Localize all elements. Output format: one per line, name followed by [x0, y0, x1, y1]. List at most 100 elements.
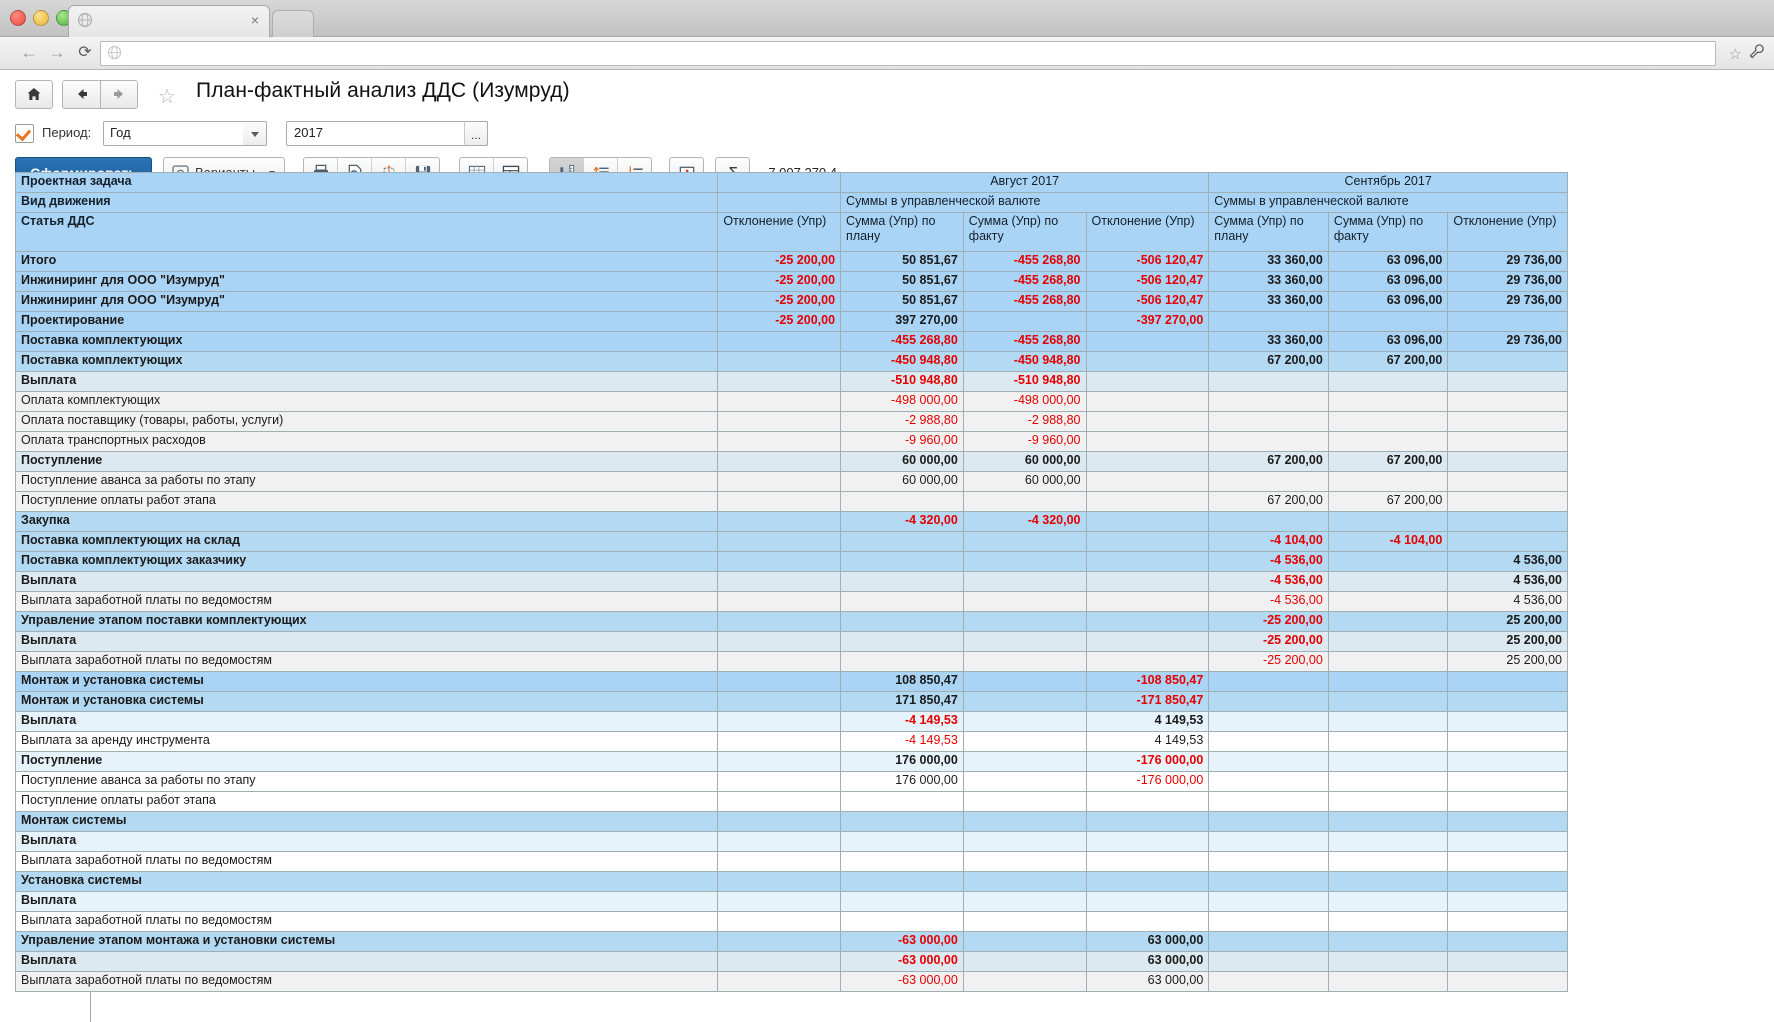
cell-r9-c1[interactable]: -9 960,00: [841, 432, 964, 452]
cell-r28-c0[interactable]: [718, 812, 841, 832]
cell-r21-c1[interactable]: 108 850,47: [841, 672, 964, 692]
cell-r29-c6[interactable]: [1448, 832, 1568, 852]
browser-tab[interactable]: ×: [68, 5, 270, 37]
cell-r32-c5[interactable]: [1328, 892, 1448, 912]
cell-r10-c0[interactable]: [718, 452, 841, 472]
cell-r28-c6[interactable]: [1448, 812, 1568, 832]
table-row[interactable]: Поставка комплектующих-450 948,80-450 94…: [16, 352, 1568, 372]
cell-r13-c6[interactable]: [1448, 512, 1568, 532]
cell-r1-c6[interactable]: 29 736,00: [1448, 272, 1568, 292]
row-label[interactable]: Установка системы: [16, 872, 718, 892]
cell-r3-c5[interactable]: [1328, 312, 1448, 332]
cell-r6-c1[interactable]: -510 948,80: [841, 372, 964, 392]
cell-r30-c1[interactable]: [841, 852, 964, 872]
table-row[interactable]: Поступление оплаты работ этапа: [16, 792, 1568, 812]
cell-r27-c2[interactable]: [963, 792, 1086, 812]
cell-r31-c5[interactable]: [1328, 872, 1448, 892]
cell-r17-c3[interactable]: [1086, 592, 1209, 612]
bookmark-star-icon[interactable]: ☆: [1729, 45, 1742, 63]
cell-r0-c5[interactable]: 63 096,00: [1328, 252, 1448, 272]
period-checkbox[interactable]: [15, 124, 34, 143]
cell-r18-c5[interactable]: [1328, 612, 1448, 632]
cell-r22-c3[interactable]: -171 850,47: [1086, 692, 1209, 712]
table-row[interactable]: Монтаж системы: [16, 812, 1568, 832]
cell-r14-c1[interactable]: [841, 532, 964, 552]
cell-r9-c3[interactable]: [1086, 432, 1209, 452]
cell-r28-c3[interactable]: [1086, 812, 1209, 832]
cell-r21-c2[interactable]: [963, 672, 1086, 692]
cell-r18-c3[interactable]: [1086, 612, 1209, 632]
cell-r10-c2[interactable]: 60 000,00: [963, 452, 1086, 472]
new-tab-button[interactable]: [272, 10, 314, 37]
cell-r23-c4[interactable]: [1209, 712, 1329, 732]
table-row[interactable]: Выплата заработной платы по ведомостям: [16, 912, 1568, 932]
cell-r15-c0[interactable]: [718, 552, 841, 572]
cell-r9-c5[interactable]: [1328, 432, 1448, 452]
cell-r12-c6[interactable]: [1448, 492, 1568, 512]
cell-r22-c5[interactable]: [1328, 692, 1448, 712]
cell-r35-c4[interactable]: [1209, 952, 1329, 972]
cell-r35-c6[interactable]: [1448, 952, 1568, 972]
cell-r8-c2[interactable]: -2 988,80: [963, 412, 1086, 432]
cell-r7-c0[interactable]: [718, 392, 841, 412]
row-label[interactable]: Выплата: [16, 952, 718, 972]
cell-r8-c4[interactable]: [1209, 412, 1329, 432]
cell-r25-c1[interactable]: 176 000,00: [841, 752, 964, 772]
cell-r2-c0[interactable]: -25 200,00: [718, 292, 841, 312]
row-label[interactable]: Итого: [16, 252, 718, 272]
cell-r27-c4[interactable]: [1209, 792, 1329, 812]
cell-r10-c5[interactable]: 67 200,00: [1328, 452, 1448, 472]
cell-r0-c0[interactable]: -25 200,00: [718, 252, 841, 272]
cell-r15-c5[interactable]: [1328, 552, 1448, 572]
cell-r30-c6[interactable]: [1448, 852, 1568, 872]
cell-r30-c0[interactable]: [718, 852, 841, 872]
cell-r7-c5[interactable]: [1328, 392, 1448, 412]
cell-r18-c2[interactable]: [963, 612, 1086, 632]
cell-r0-c3[interactable]: -506 120,47: [1086, 252, 1209, 272]
cell-r35-c2[interactable]: [963, 952, 1086, 972]
cell-r36-c3[interactable]: 63 000,00: [1086, 972, 1209, 992]
cell-r27-c6[interactable]: [1448, 792, 1568, 812]
row-label[interactable]: Закупка: [16, 512, 718, 532]
cell-r24-c6[interactable]: [1448, 732, 1568, 752]
cell-r27-c3[interactable]: [1086, 792, 1209, 812]
cell-r22-c4[interactable]: [1209, 692, 1329, 712]
row-label[interactable]: Выплата: [16, 372, 718, 392]
cell-r32-c6[interactable]: [1448, 892, 1568, 912]
table-row[interactable]: Выплата заработной платы по ведомостям-2…: [16, 652, 1568, 672]
cell-r13-c1[interactable]: -4 320,00: [841, 512, 964, 532]
cell-r31-c0[interactable]: [718, 872, 841, 892]
cell-r15-c3[interactable]: [1086, 552, 1209, 572]
cell-r19-c3[interactable]: [1086, 632, 1209, 652]
cell-r30-c3[interactable]: [1086, 852, 1209, 872]
cell-r12-c2[interactable]: [963, 492, 1086, 512]
cell-r31-c3[interactable]: [1086, 872, 1209, 892]
cell-r0-c4[interactable]: 33 360,00: [1209, 252, 1329, 272]
row-label[interactable]: Поступление оплаты работ этапа: [16, 792, 718, 812]
table-row[interactable]: Управление этапом монтажа и установки си…: [16, 932, 1568, 952]
table-row[interactable]: Выплата: [16, 892, 1568, 912]
close-window-icon[interactable]: [10, 10, 26, 26]
table-row[interactable]: Инжиниринг для ООО "Изумруд"-25 200,0050…: [16, 292, 1568, 312]
cell-r25-c5[interactable]: [1328, 752, 1448, 772]
row-label[interactable]: Поставка комплектующих заказчику: [16, 552, 718, 572]
row-label[interactable]: Монтаж и установка системы: [16, 692, 718, 712]
cell-r19-c2[interactable]: [963, 632, 1086, 652]
address-bar[interactable]: [100, 41, 1716, 66]
cell-r19-c1[interactable]: [841, 632, 964, 652]
cell-r2-c5[interactable]: 63 096,00: [1328, 292, 1448, 312]
cell-r21-c6[interactable]: [1448, 672, 1568, 692]
table-row[interactable]: Поступление60 000,0060 000,0067 200,0067…: [16, 452, 1568, 472]
row-label[interactable]: Монтаж и установка системы: [16, 672, 718, 692]
cell-r36-c4[interactable]: [1209, 972, 1329, 992]
cell-r7-c1[interactable]: -498 000,00: [841, 392, 964, 412]
table-row[interactable]: Выплата заработной платы по ведомостям-4…: [16, 592, 1568, 612]
cell-r23-c6[interactable]: [1448, 712, 1568, 732]
table-row[interactable]: Выплата заработной платы по ведомостям-6…: [16, 972, 1568, 992]
cell-r12-c5[interactable]: 67 200,00: [1328, 492, 1448, 512]
cell-r4-c4[interactable]: 33 360,00: [1209, 332, 1329, 352]
cell-r28-c5[interactable]: [1328, 812, 1448, 832]
column-header-3[interactable]: Сумма (Упр) по факту: [963, 213, 1086, 252]
cell-r16-c3[interactable]: [1086, 572, 1209, 592]
column-header-1[interactable]: Отклонение (Упр): [718, 213, 841, 252]
